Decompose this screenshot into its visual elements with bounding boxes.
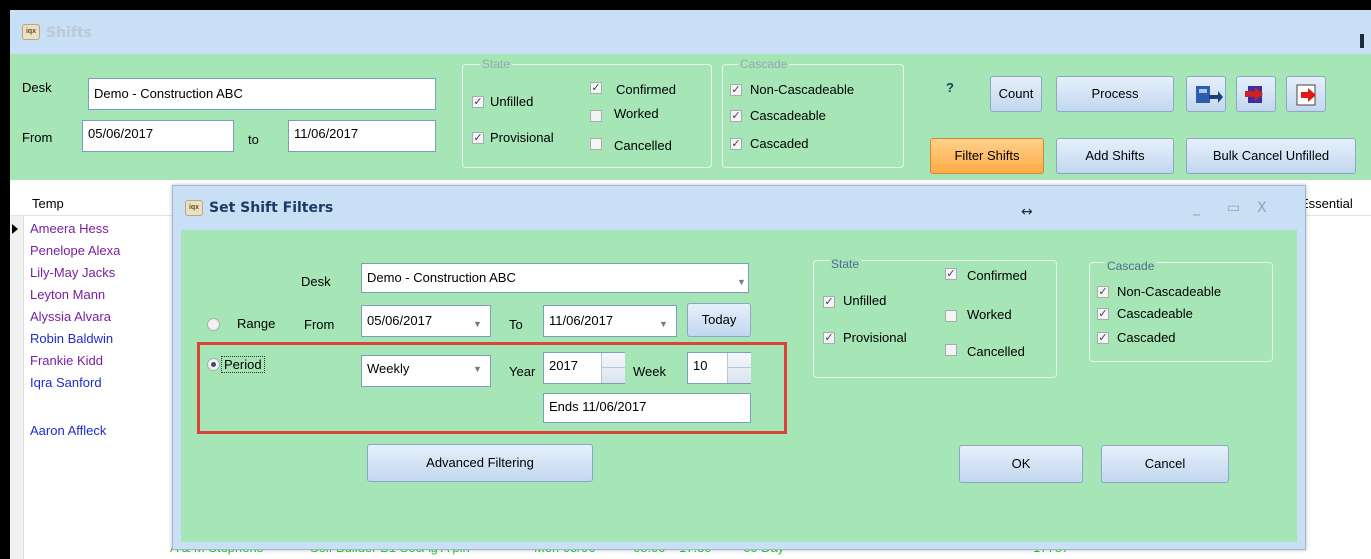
dialog-unfilled-label: Unfilled [843, 293, 887, 308]
cancelled-label: Cancelled [614, 138, 672, 153]
list-item[interactable]: Leyton Mann [30, 284, 170, 306]
cascaded-label: Cascaded [750, 136, 809, 151]
export-icon[interactable] [1186, 76, 1226, 112]
exit-icon[interactable] [1286, 76, 1326, 112]
to-chevron-down-icon[interactable]: ▼ [659, 319, 668, 329]
from-chevron-down-icon[interactable]: ▼ [473, 319, 482, 329]
list-item[interactable]: Alyssia Alvara [30, 306, 170, 328]
desk-field[interactable]: Demo - Construction ABC [88, 78, 436, 110]
list-item[interactable]: Robin Baldwin [30, 328, 170, 350]
to-label: to [248, 132, 259, 147]
non-cascadeable-checkbox[interactable]: ✓ [730, 84, 742, 96]
dialog-non-cascadeable-checkbox[interactable]: ✓ [1097, 286, 1109, 298]
list-item[interactable]: Penelope Alexa [30, 240, 170, 262]
resize-horizontal-icon[interactable]: ↔ [1021, 204, 1033, 220]
range-label: Range [237, 316, 276, 331]
title-bar: iqx Shifts [10, 10, 1371, 54]
process-button[interactable]: Process [1056, 76, 1174, 112]
top-filter-panel: Desk Demo - Construction ABC From 05/06/… [10, 54, 1371, 180]
import-icon[interactable] [1236, 76, 1276, 112]
confirmed-label: Confirmed [616, 82, 676, 97]
dialog-unfilled-checkbox[interactable]: ✓ [823, 296, 835, 308]
minimize-icon[interactable]: _ [1193, 200, 1200, 216]
today-button[interactable]: Today [687, 303, 751, 337]
cascade-legend: Cascade [738, 57, 790, 71]
provisional-label: Provisional [490, 130, 554, 145]
list-item[interactable]: Lily-May Jacks [30, 262, 170, 284]
highlight-box [197, 342, 787, 434]
add-shifts-button[interactable]: Add Shifts [1056, 138, 1174, 174]
provisional-checkbox[interactable]: ✓ [472, 132, 484, 144]
bulk-cancel-unfilled-button[interactable]: Bulk Cancel Unfilled [1186, 138, 1356, 174]
dialog-to-date-field[interactable]: 11/06/2017 [543, 305, 677, 337]
dialog-provisional-checkbox[interactable]: ✓ [823, 332, 835, 344]
shifts-window: iqx Shifts Desk Demo - Construction ABC … [10, 10, 1371, 559]
from-label: From [22, 130, 53, 145]
dialog-logo-icon: iqx [185, 200, 203, 216]
dialog-confirmed-checkbox[interactable]: ✓ [945, 268, 957, 280]
help-button[interactable]: ? [932, 76, 968, 112]
list-item[interactable]: Ameera Hess [30, 218, 170, 240]
dialog-worked-checkbox[interactable] [945, 310, 957, 322]
dialog-cascaded-checkbox[interactable]: ✓ [1097, 332, 1109, 344]
dialog-body: Desk Demo - Construction ABC ▼ Range Fro… [181, 230, 1297, 542]
window-title: Shifts [46, 25, 92, 41]
dialog-cancelled-label: Cancelled [967, 344, 1025, 359]
count-button[interactable]: Count [990, 76, 1042, 112]
dialog-cascadeable-checkbox[interactable]: ✓ [1097, 308, 1109, 320]
non-cascadeable-label: Non-Cascadeable [750, 82, 855, 97]
set-shift-filters-dialog: iqx Set Shift Filters ↔ _ ▭ X Desk Demo … [172, 185, 1306, 550]
dialog-state-legend: State [829, 257, 862, 271]
state-group [462, 64, 712, 168]
dialog-cascadeable-label: Cascadeable [1117, 306, 1193, 321]
confirmed-checkbox[interactable]: ✓ [590, 82, 602, 94]
to-date-field[interactable]: 11/06/2017 [288, 120, 436, 152]
list-item[interactable] [30, 394, 170, 420]
desk-label: Desk [22, 80, 52, 95]
from-date-field[interactable]: 05/06/2017 [82, 120, 234, 152]
advanced-filtering-button[interactable]: Advanced Filtering [367, 444, 593, 482]
dialog-desk-select[interactable]: Demo - Construction ABC [361, 263, 749, 293]
row-selector-column [10, 216, 24, 559]
cascadeable-label: Cascadeable [750, 108, 826, 123]
worked-label: Worked [614, 106, 659, 121]
app-logo-icon: iqx [22, 24, 40, 40]
essential-column-header[interactable]: Essential [1300, 196, 1353, 211]
dialog-non-cascadeable-label: Non-Cascadeable [1117, 284, 1222, 299]
list-item[interactable]: Aaron Affleck [30, 420, 170, 442]
close-icon[interactable]: X [1257, 200, 1267, 216]
dialog-to-label: To [509, 317, 523, 332]
current-row-arrow-icon [12, 224, 18, 234]
cancel-button[interactable]: Cancel [1101, 445, 1229, 483]
desk-chevron-down-icon[interactable]: ▼ [737, 277, 746, 287]
list-item[interactable]: Iqra Sanford [30, 372, 170, 394]
dialog-worked-label: Worked [967, 307, 1012, 322]
dialog-confirmed-label: Confirmed [967, 268, 1027, 283]
cascadeable-checkbox[interactable]: ✓ [730, 110, 742, 122]
filter-shifts-button[interactable]: Filter Shifts [930, 138, 1044, 174]
ok-button[interactable]: OK [959, 445, 1083, 483]
temp-column-header[interactable]: Temp [32, 196, 64, 211]
dialog-title: Set Shift Filters [209, 200, 334, 216]
range-radio[interactable] [207, 318, 220, 331]
worked-checkbox[interactable] [590, 110, 602, 122]
dialog-cascaded-label: Cascaded [1117, 330, 1176, 345]
dialog-from-label: From [304, 317, 335, 332]
cancelled-checkbox[interactable] [590, 138, 602, 150]
list-item[interactable]: Frankie Kidd [30, 350, 170, 372]
temp-list: Ameera Hess Penelope Alexa Lily-May Jack… [30, 218, 170, 442]
dialog-provisional-label: Provisional [843, 330, 907, 345]
cascaded-checkbox[interactable]: ✓ [730, 138, 742, 150]
dialog-desk-label: Desk [301, 274, 331, 289]
scroll-edge [1360, 34, 1364, 48]
dialog-from-date-field[interactable]: 05/06/2017 [361, 305, 491, 337]
unfilled-label: Unfilled [490, 94, 534, 109]
maximize-icon[interactable]: ▭ [1227, 200, 1240, 216]
state-legend: State [480, 57, 513, 71]
dialog-cascade-legend: Cascade [1105, 259, 1157, 273]
dialog-cancelled-checkbox[interactable] [945, 344, 957, 356]
unfilled-checkbox[interactable]: ✓ [472, 96, 484, 108]
